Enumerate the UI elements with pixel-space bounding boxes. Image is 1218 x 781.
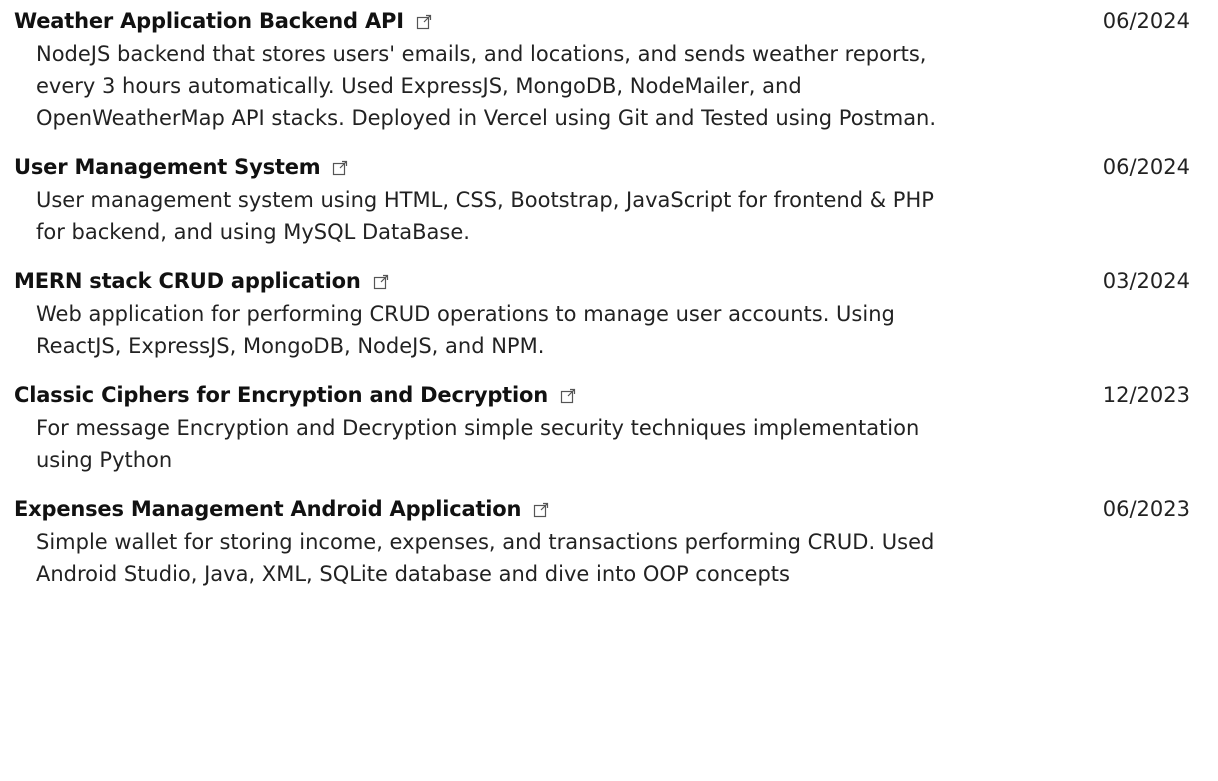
- project-title-link[interactable]: Expenses Management Android Application: [14, 497, 549, 521]
- project-description: Simple wallet for storing income, expens…: [36, 530, 935, 586]
- project-title-link[interactable]: MERN stack CRUD application: [14, 269, 389, 293]
- project-entry: Expenses Management Android Application …: [0, 492, 1218, 590]
- project-title-link[interactable]: Classic Ciphers for Encryption and Decry…: [14, 383, 576, 407]
- project-title: Classic Ciphers for Encryption and Decry…: [14, 383, 548, 407]
- project-description: For message Encryption and Decryption si…: [36, 416, 920, 472]
- project-date: 06/2024: [1102, 155, 1190, 179]
- external-link-icon: [373, 274, 389, 290]
- project-description: NodeJS backend that stores users' emails…: [36, 42, 937, 130]
- project-entry: Classic Ciphers for Encryption and Decry…: [0, 378, 1218, 476]
- external-link-icon: [416, 14, 432, 30]
- project-title-link[interactable]: Weather Application Backend API: [14, 9, 432, 33]
- project-header: Classic Ciphers for Encryption and Decry…: [14, 378, 1204, 412]
- external-link-icon: [332, 160, 348, 176]
- project-title: MERN stack CRUD application: [14, 269, 361, 293]
- project-title: User Management System: [14, 155, 321, 179]
- external-link-icon: [560, 388, 576, 404]
- project-entry: User Management System 06/2024 User mana…: [0, 150, 1218, 248]
- external-link-icon: [533, 502, 549, 518]
- project-title: Weather Application Backend API: [14, 9, 404, 33]
- project-description: Web application for performing CRUD oper…: [36, 302, 895, 358]
- project-header: Weather Application Backend API 06/2024: [14, 4, 1204, 38]
- project-entry: Weather Application Backend API 06/2024 …: [0, 4, 1218, 134]
- project-date: 12/2023: [1102, 383, 1190, 407]
- projects-section: Weather Application Backend API 06/2024 …: [0, 0, 1218, 781]
- project-title: Expenses Management Android Application: [14, 497, 522, 521]
- project-title-link[interactable]: User Management System: [14, 155, 348, 179]
- project-header: MERN stack CRUD application 03/2024: [14, 264, 1204, 298]
- project-entry: MERN stack CRUD application 03/2024 Web …: [0, 264, 1218, 362]
- project-header: User Management System 06/2024: [14, 150, 1204, 184]
- project-date: 06/2023: [1102, 497, 1190, 521]
- project-description: User management system using HTML, CSS, …: [36, 188, 934, 244]
- project-date: 03/2024: [1102, 269, 1190, 293]
- project-header: Expenses Management Android Application …: [14, 492, 1204, 526]
- project-date: 06/2024: [1102, 9, 1190, 33]
